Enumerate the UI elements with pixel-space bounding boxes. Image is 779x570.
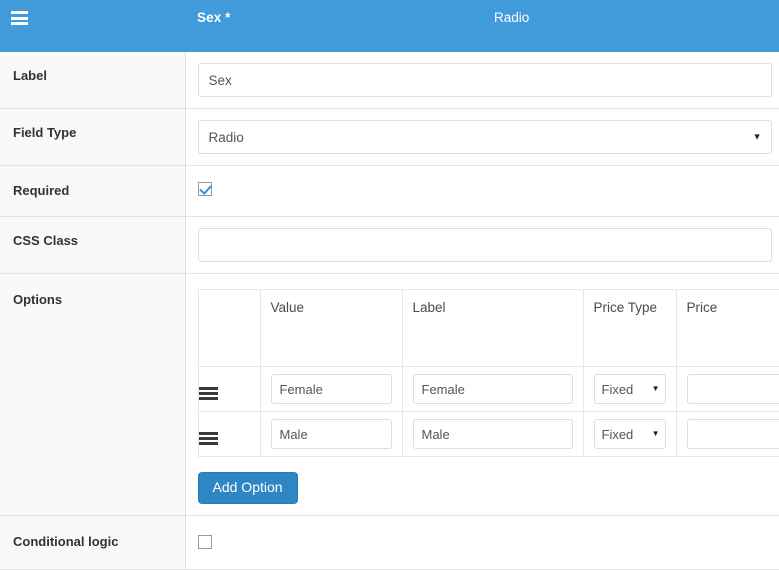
label-input[interactable] [198,63,772,97]
row-label-label: Label [0,52,185,109]
row-conditional-logic-field [185,516,779,570]
options-header-label: Label [402,290,583,367]
row-field-type-field: Radio ▼ [185,109,779,166]
add-option-button[interactable]: Add Option [198,472,298,504]
form-row-label: Label [0,52,779,109]
required-checkbox[interactable] [198,182,212,196]
hamburger-bar-1 [11,11,28,14]
drag-bar-3 [199,397,218,400]
options-header-price: Price [676,290,779,367]
option-label-input[interactable] [413,374,573,404]
drag-handle-icon[interactable] [199,387,218,400]
row-css-class-field [185,217,779,274]
row-options-field: Value Label Price Type Price [185,274,779,516]
row-label-field [185,52,779,109]
option-value-input[interactable] [271,374,392,404]
row-options-label: Options [0,274,185,516]
option-row-0-price-type-cell: Fixed ▼ [583,367,676,412]
option-row-0-label-cell [402,367,583,412]
hamburger-bar-3 [11,22,28,25]
field-title: Sex * [197,10,231,25]
options-table-head: Value Label Price Type Price [198,290,779,367]
option-row-0-price-cell [676,367,779,412]
conditional-logic-checkbox[interactable] [198,535,212,549]
table-row: Fixed ▼ [198,367,779,412]
options-header-price-type: Price Type [583,290,676,367]
drag-bar-3 [199,442,218,445]
options-header-value: Value [260,290,402,367]
field-type-select-value: Radio [209,130,244,145]
option-row-0-value-cell [260,367,402,412]
drag-bar-1 [199,432,218,435]
option-row-1-price-cell [676,412,779,457]
options-header-handle [198,290,260,367]
options-table: Value Label Price Type Price [198,289,779,457]
form-row-css-class: CSS Class [0,217,779,274]
option-row-1-value-cell [260,412,402,457]
form-row-options: Options Value Label Price Type Price [0,274,779,516]
option-price-input[interactable] [687,419,779,449]
option-price-type-value: Fixed [602,382,634,397]
form-row-conditional-logic: Conditional logic [0,516,779,570]
options-header-row: Value Label Price Type Price [198,290,779,367]
option-price-input[interactable] [687,374,779,404]
options-editor: Value Label Price Type Price [198,285,772,504]
option-row-1-label-cell [402,412,583,457]
drag-handle-icon[interactable] [199,432,218,445]
chevron-down-icon: ▼ [652,385,660,393]
drag-bar-2 [199,437,218,440]
option-price-type-select[interactable]: Fixed ▼ [594,419,666,449]
field-type-label: Radio [494,10,529,25]
drag-bar-2 [199,392,218,395]
row-required-field [185,166,779,217]
form-row-required: Required [0,166,779,217]
row-css-class-label: CSS Class [0,217,185,274]
form-row-field-type: Field Type Radio ▼ [0,109,779,166]
option-row-0-handle-cell [198,367,260,412]
option-value-input[interactable] [271,419,392,449]
option-price-type-value: Fixed [602,427,634,442]
row-field-type-label: Field Type [0,109,185,166]
option-label-input[interactable] [413,419,573,449]
field-type-select[interactable]: Radio ▼ [198,120,772,154]
row-conditional-logic-label: Conditional logic [0,516,185,570]
options-table-body: Fixed ▼ [198,367,779,457]
drag-bar-1 [199,387,218,390]
table-row: Fixed ▼ [198,412,779,457]
css-class-input[interactable] [198,228,772,262]
hamburger-bar-2 [11,17,28,20]
row-required-label: Required [0,166,185,217]
chevron-down-icon: ▼ [652,430,660,438]
top-header-bar: Sex * Radio [0,0,779,52]
hamburger-menu-icon[interactable] [11,11,28,25]
option-row-1-price-type-cell: Fixed ▼ [583,412,676,457]
field-settings-form: Label Field Type Radio ▼ Required CS [0,52,779,570]
chevron-down-icon: ▼ [753,133,762,142]
option-price-type-select[interactable]: Fixed ▼ [594,374,666,404]
option-row-1-handle-cell [198,412,260,457]
